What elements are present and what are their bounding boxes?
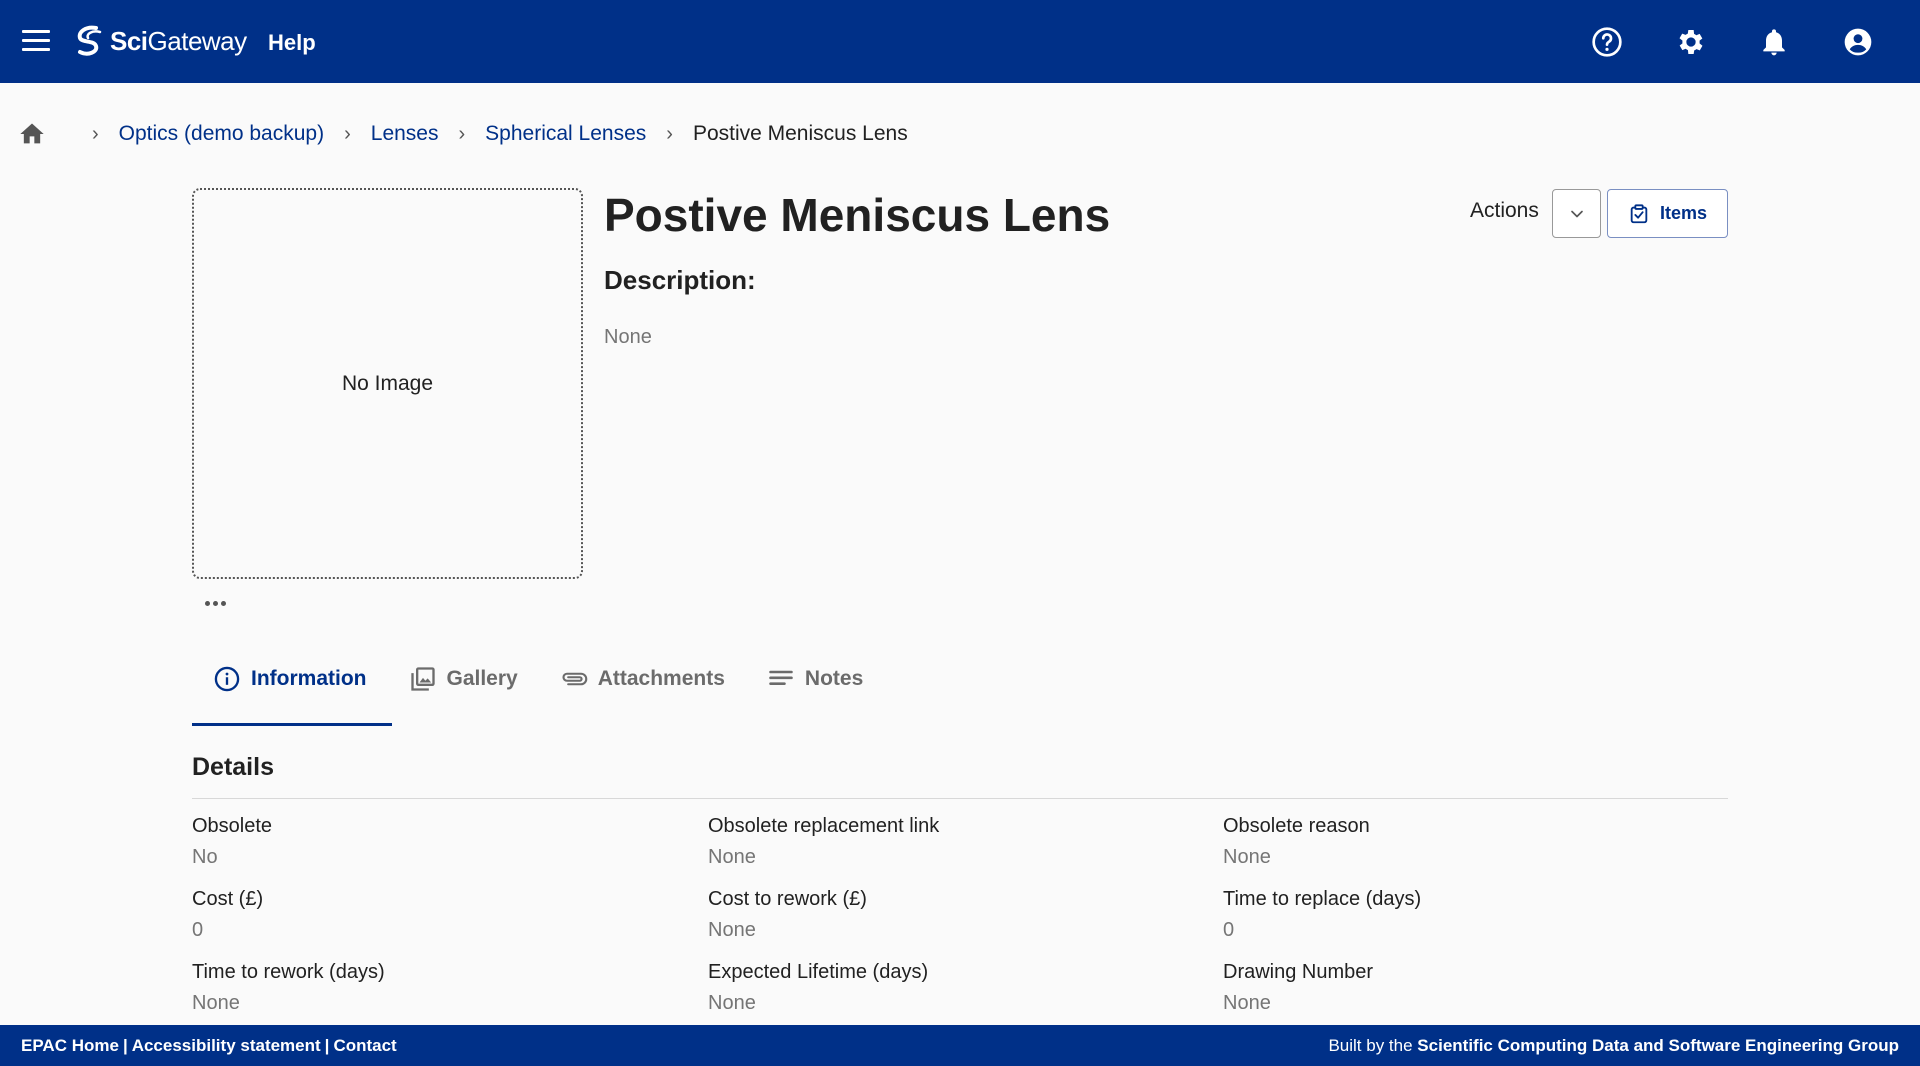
tab-gallery[interactable]: Gallery	[388, 645, 539, 712]
breadcrumb-separator-icon: ›	[344, 122, 351, 145]
field-label: Time to replace (days)	[1223, 888, 1422, 910]
field-label: Obsolete reason	[1223, 815, 1370, 837]
field-obsolete-reason: Obsolete reason None	[1223, 815, 1723, 869]
details-divider	[192, 798, 1728, 799]
tab-notes[interactable]: Notes	[746, 645, 884, 712]
tab-label: Notes	[804, 666, 864, 690]
breadcrumb-link-optics[interactable]: Optics (demo backup)	[119, 122, 324, 146]
field-value: None	[1223, 846, 1271, 868]
footer-links: EPAC Home | Accessibility statement | Contac…	[21, 1035, 397, 1055]
breadcrumb-separator-icon: ›	[666, 122, 673, 145]
footer-group-name: Scientific Computing Data and Software E…	[1417, 1035, 1899, 1055]
description-label: Description:	[604, 265, 756, 295]
logo-icon	[77, 25, 102, 56]
help-circle-icon[interactable]	[1591, 26, 1623, 58]
attachment-icon	[562, 672, 587, 685]
chevron-down-icon	[1570, 210, 1583, 217]
field-value: None	[1223, 992, 1271, 1014]
breadcrumb: › Optics (demo backup) › Lenses › Spheri…	[18, 120, 908, 148]
logo-suffix: Gateway	[147, 25, 248, 56]
tab-label: Gallery	[446, 666, 518, 690]
app-footer: EPAC Home | Accessibility statement | Contac…	[0, 1025, 1920, 1066]
field-value: None	[708, 919, 756, 941]
more-options-icon[interactable]	[205, 596, 231, 610]
breadcrumb-separator-icon: ›	[92, 122, 99, 145]
help-link[interactable]: Help	[268, 30, 316, 56]
page-title: Postive Meniscus Lens	[604, 189, 1111, 241]
field-value: 0	[192, 919, 204, 941]
info-icon	[214, 666, 240, 691]
field-label: Expected Lifetime (days)	[708, 961, 929, 983]
breadcrumb-link-lenses[interactable]: Lenses	[371, 122, 439, 146]
breadcrumb-link-spherical-lenses[interactable]: Spherical Lenses	[485, 122, 646, 146]
tab-label: Attachments	[597, 666, 725, 690]
bell-icon[interactable]	[1758, 26, 1790, 58]
no-image-text: No Image	[341, 371, 434, 395]
field-cost: Cost (£) 0	[192, 888, 692, 942]
field-value: None	[192, 992, 240, 1014]
field-label: Cost to rework (£)	[708, 888, 867, 910]
items-button-label: Items	[1659, 203, 1708, 223]
footer-link-epac-home[interactable]: EPAC Home	[21, 1036, 119, 1055]
field-label: Drawing Number	[1223, 961, 1374, 983]
footer-link-accessibility[interactable]: Accessibility statement	[132, 1036, 321, 1055]
home-icon[interactable]	[18, 120, 46, 148]
image-placeholder: No Image	[192, 188, 583, 579]
tab-information[interactable]: Information	[192, 645, 388, 712]
footer-credit: Built by the Scientific Computing Data a…	[1328, 1036, 1899, 1056]
details-heading: Details	[192, 753, 274, 781]
account-icon[interactable]	[1842, 26, 1874, 58]
footer-built-by: Built by the	[1328, 1035, 1413, 1055]
notes-icon	[769, 670, 793, 685]
items-button[interactable]: Items	[1607, 189, 1728, 238]
field-drawing-number: Drawing Number None	[1223, 961, 1723, 1015]
scigateway-logo[interactable]: SciGateway	[74, 24, 247, 58]
tab-label: Information	[251, 666, 367, 690]
actions-label: Actions	[1470, 199, 1539, 222]
actions-dropdown-button[interactable]	[1552, 189, 1601, 238]
logo-prefix: Sci	[110, 25, 148, 56]
tab-bar: Information Gallery Attachments Notes	[192, 645, 884, 725]
app-header: SciGateway Help	[0, 0, 1920, 83]
field-label: Obsolete	[192, 815, 273, 837]
field-value: 0	[1223, 919, 1235, 941]
field-label: Cost (£)	[192, 888, 264, 910]
field-cost-to-rework: Cost to rework (£) None	[708, 888, 1208, 942]
active-tab-indicator	[192, 723, 392, 726]
breadcrumb-current: Postive Meniscus Lens	[692, 122, 908, 145]
field-label: Time to rework (days)	[192, 961, 385, 983]
breadcrumb-separator-icon: ›	[458, 122, 466, 145]
field-value: None	[708, 992, 756, 1014]
gear-icon[interactable]	[1675, 26, 1707, 58]
gallery-icon	[410, 666, 435, 691]
menu-icon[interactable]	[22, 30, 50, 54]
field-label: Obsolete replacement link	[708, 815, 940, 837]
footer-link-contact[interactable]: Contact	[333, 1036, 396, 1055]
field-value: No	[192, 846, 218, 868]
field-time-to-rework: Time to rework (days) None	[192, 961, 692, 1015]
field-time-to-replace: Time to replace (days) 0	[1223, 888, 1723, 942]
clipboard-check-icon	[1630, 203, 1648, 223]
field-obsolete: Obsolete No	[192, 815, 692, 869]
field-expected-lifetime: Expected Lifetime (days) None	[708, 961, 1208, 1015]
description-value: None	[604, 326, 652, 348]
tab-attachments[interactable]: Attachments	[539, 645, 746, 712]
field-value: None	[708, 846, 756, 868]
field-obsolete-replacement-link: Obsolete replacement link None	[708, 815, 1208, 869]
